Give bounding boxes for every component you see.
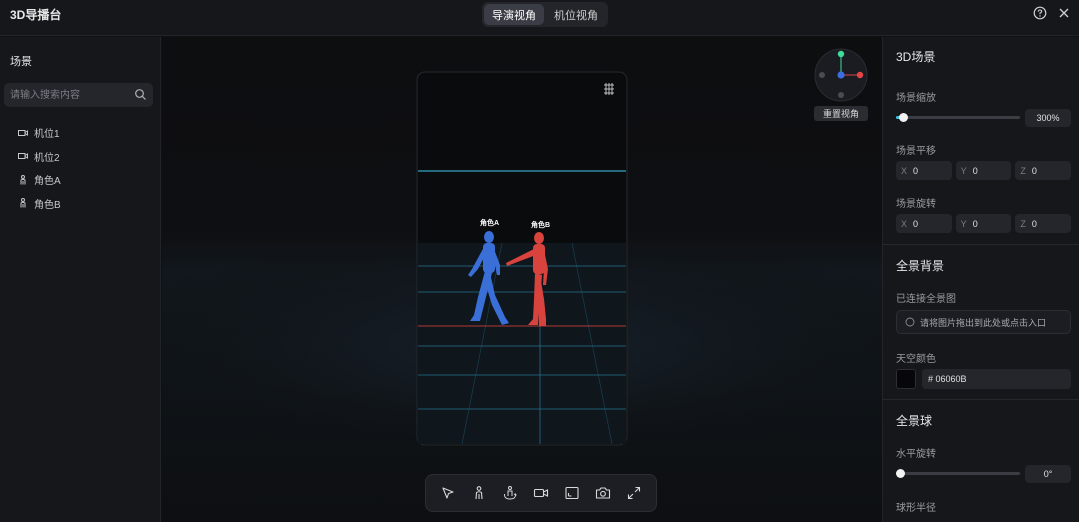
scene-panel: 场景 机位1 机位2 角色A 角色B [0,37,161,522]
scene-rotate-inputs: X0 Y0 Z0 [896,214,1072,233]
scene-zoom-value[interactable]: 300% [1025,109,1071,127]
horizontal-rotate-label: 水平旋转 [896,449,936,460]
sky-color-swatch[interactable] [896,369,916,389]
help-circle-icon[interactable] [1033,6,1047,20]
translate-y-input[interactable]: Y0 [955,161,1012,180]
translate-z-input[interactable]: Z0 [1015,161,1072,180]
slider-thumb[interactable] [899,113,908,122]
scene-translate-label: 场景平移 [896,146,936,157]
panorama-upload-area[interactable]: 请将图片拖出到此处或点击入口 [896,310,1071,334]
scene-zoom-slider[interactable] [896,113,1020,122]
top-bar: 3D导播台 导演视角 机位视角 [0,0,1079,36]
camera-icon [18,153,28,160]
character-b-label: 角色B [531,222,551,229]
axis-value: 0 [972,218,978,229]
axis-label: Z [1020,218,1026,229]
scene-zoom-label: 场景缩放 [896,93,936,104]
section-divider [883,244,1079,245]
orientation-gizmo[interactable] [814,48,868,102]
scene-canvas [162,48,882,446]
scene-rotate-label: 场景旋转 [896,199,936,210]
sky-color-label: 天空颜色 [896,354,936,365]
rotate-figure-icon[interactable] [502,485,518,501]
scene-item-label: 机位1 [34,129,60,141]
axis-label: X [901,218,908,229]
horizontal-rotate-value[interactable]: 0° [1025,465,1071,483]
axis-label: Z [1020,165,1026,176]
axis-label: Y [960,218,967,229]
person-add-icon[interactable] [471,485,487,501]
scene-item-label: 角色B [34,199,61,211]
scene3d-title: 3D场景 [896,50,936,64]
scene-item-label: 机位2 [34,152,60,164]
sky-color-input[interactable]: # 06060B [922,369,1071,389]
section-divider [883,399,1079,400]
axis-value: 0 [913,218,919,229]
rotate-y-input[interactable]: Y0 [955,214,1012,233]
axis-label: Y [960,165,967,176]
axis-value: 0 [972,165,978,176]
sphere-title: 全景球 [896,414,933,428]
horizontal-rotate-slider[interactable] [896,469,1020,478]
camera-icon[interactable] [533,485,549,501]
properties-panel: 3D场景 场景缩放 300% 场景平移 X0 Y0 Z0 场景旋转 X0 Y0 … [882,37,1079,522]
scene-item-camera-2[interactable]: 机位2 [0,145,160,169]
axis-value: 0 [1031,218,1037,229]
scene-item-character-b[interactable]: 角色B [0,192,160,216]
close-icon[interactable] [1057,6,1071,20]
axis-value: 0 [913,165,919,176]
scene-translate-inputs: X0 Y0 Z0 [896,161,1072,180]
rotate-x-input[interactable]: X0 [896,214,952,233]
tab-camera-view[interactable]: 机位视角 [546,4,606,25]
reset-view-button[interactable]: 重置视角 [814,106,868,121]
sphere-radius-label: 球形半径 [896,503,936,514]
slider-thumb[interactable] [896,469,905,478]
person-icon [20,198,26,208]
search-icon[interactable] [134,88,147,101]
select-arrow-icon[interactable] [440,485,456,501]
frame-icon[interactable] [564,485,580,501]
grid-toggle-icon[interactable] [604,83,614,95]
camera-icon [18,129,28,136]
character-a-label: 角色A [480,220,500,227]
search-box [4,83,153,107]
scene-list: 机位1 机位2 角色A 角色B [0,121,160,215]
scene-item-label: 角色A [34,176,61,188]
translate-x-input[interactable]: X0 [896,161,952,180]
axis-value: 0 [1031,165,1037,176]
upload-hint: 请将图片拖出到此处或点击入口 [920,317,1047,328]
scene-panel-title: 场景 [10,56,32,68]
scene-item-camera-1[interactable]: 机位1 [0,121,160,145]
fullscreen-icon[interactable] [626,485,642,501]
app-title: 3D导播台 [10,8,62,22]
panorama-title: 全景背景 [896,259,945,273]
search-input[interactable] [10,83,130,107]
snapshot-icon[interactable] [595,485,611,501]
axis-label: X [901,165,908,176]
person-icon [20,174,26,185]
3d-viewport[interactable]: 重置视角 角色A 角色B [162,37,882,522]
scene-item-character-a[interactable]: 角色A [0,168,160,192]
linked-panorama-label: 已连接全景图 [896,294,956,305]
tab-director-view[interactable]: 导演视角 [484,4,544,25]
viewport-toolbar [425,474,657,512]
view-switch: 导演视角 机位视角 [482,2,608,27]
rotate-z-input[interactable]: Z0 [1015,214,1072,233]
upload-circle-icon [905,317,915,327]
